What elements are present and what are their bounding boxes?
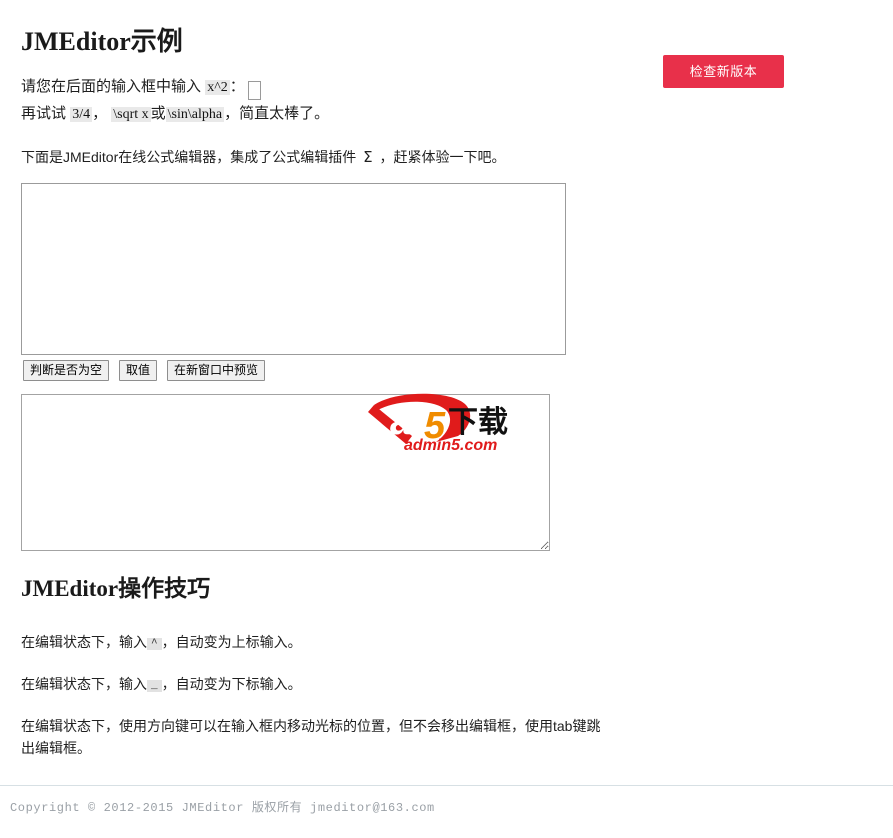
tip-1-suffix: ，自动变为上标输入。: [161, 634, 302, 651]
intro2-comma: ，: [92, 105, 108, 123]
tip-1-prefix: 在编辑状态下，输入: [21, 634, 147, 651]
tip-2-key-underscore: _: [147, 680, 162, 693]
editor-button-row: 判断是否为空 取值 在新窗口中预览: [23, 360, 266, 381]
intro-colon: ：: [229, 77, 245, 95]
formula-editor-input[interactable]: [22, 184, 565, 354]
check-empty-button[interactable]: 判断是否为空: [23, 360, 110, 381]
editor-description: 下面是JMEditor在线公式编辑器，集成了公式编辑插件 Σ ，赶紧体验一下吧。: [21, 146, 671, 168]
intro2-code-sin-alpha: \sin\alpha: [165, 107, 225, 123]
tip-item-subscript: 在编辑状态下，输入 _ ，自动变为下标输入。: [21, 673, 641, 697]
preview-new-window-button[interactable]: 在新窗口中预览: [167, 360, 266, 381]
intro-line-1: 请您在后面的输入框中输入 x^2：: [21, 75, 671, 101]
intro2-prefix-text: 再试试: [21, 105, 67, 123]
tip-2-prefix: 在编辑状态下，输入: [21, 676, 147, 693]
inline-formula-input[interactable]: [247, 81, 261, 101]
tip-3-text: 在编辑状态下，使用方向键可以在输入框内移动光标的位置，但不会移出编辑框，使用ta…: [21, 718, 601, 757]
intro2-code-sqrt: \sqrt x: [111, 107, 151, 123]
tips-section: JMEditor操作技巧 在编辑状态下，输入 ^ ，自动变为上标输入。 在编辑状态下…: [21, 576, 641, 759]
get-value-button[interactable]: 取值: [119, 360, 158, 381]
output-textarea[interactable]: [21, 394, 550, 551]
tips-title: JMEditor操作技巧: [21, 576, 211, 601]
page-title: JMEditor示例: [21, 27, 183, 56]
desc-part-2: ，赶紧体验一下吧。: [379, 149, 506, 166]
tip-1-key-caret: ^: [147, 638, 162, 651]
footer-divider: [0, 785, 893, 786]
tip-2-suffix: ，自动变为下标输入。: [161, 676, 302, 693]
intro2-or-text: 或: [150, 105, 166, 123]
intro-prefix-text: 请您在后面的输入框中输入: [21, 77, 202, 95]
main-content: JMEditor示例 请您在后面的输入框中输入 x^2： 再试试 3/4， \s…: [21, 27, 671, 168]
sigma-icon: Σ: [363, 148, 373, 167]
page-root: 检查新版本 JMEditor示例 请您在后面的输入框中输入 x^2： 再试试 3…: [0, 0, 893, 838]
tip-item-superscript: 在编辑状态下，输入 ^ ，自动变为上标输入。: [21, 631, 641, 655]
desc-part-1: 下面是JMEditor在线公式编辑器，集成了公式编辑插件: [21, 149, 357, 166]
intro-line-2: 再试试 3/4， \sqrt x 或 \sin\alpha ，简直太棒了。: [21, 102, 671, 126]
formula-editor-box[interactable]: [21, 183, 566, 355]
intro2-suffix-text: ，简直太棒了。: [224, 105, 330, 123]
check-new-version-button[interactable]: 检查新版本: [663, 55, 784, 88]
intro-code-xsquared: x^2: [205, 79, 230, 95]
footer-copyright: Copyright © 2012-2015 JMEditor 版权所有 jmed…: [10, 801, 435, 815]
intro2-code-fraction: 3/4: [70, 107, 93, 123]
tip-item-arrow-keys: 在编辑状态下，使用方向键可以在输入框内移动光标的位置，但不会移出编辑框，使用ta…: [21, 715, 611, 759]
